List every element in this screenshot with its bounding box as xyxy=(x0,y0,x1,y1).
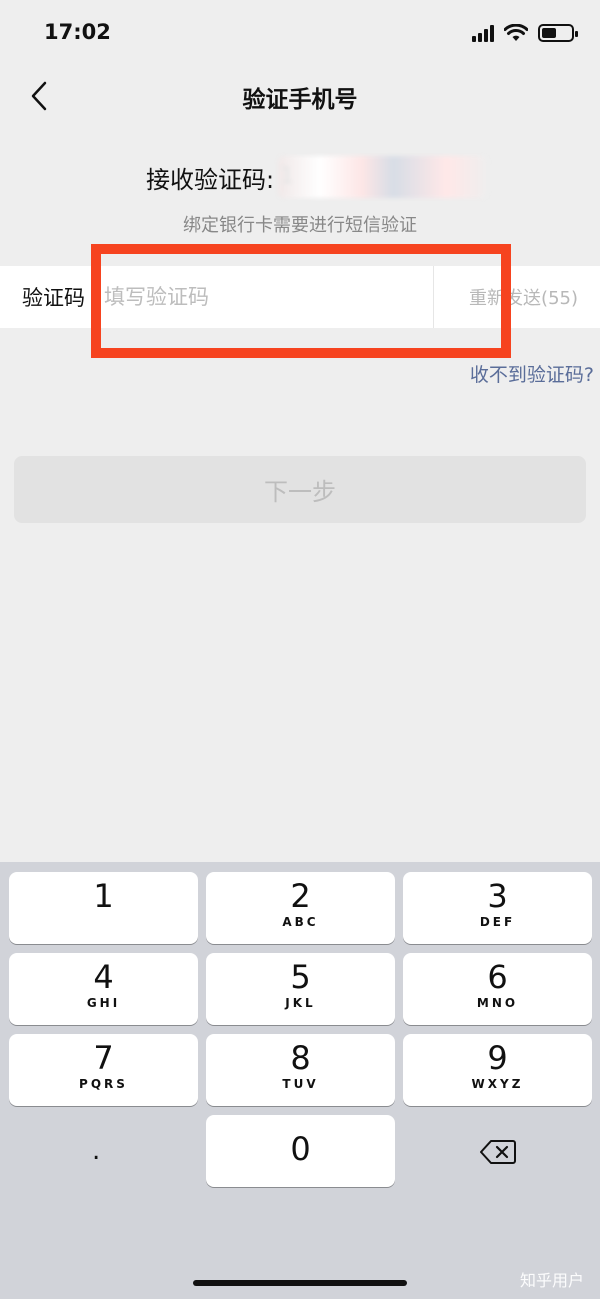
next-button[interactable]: 下一步 xyxy=(14,456,586,523)
code-label: 验证码 xyxy=(22,286,85,310)
key-9[interactable]: 9 WXYZ xyxy=(403,1034,592,1106)
key-letters: ABC xyxy=(282,915,319,929)
key-number: 8 xyxy=(290,1039,311,1077)
key-4[interactable]: 4 GHI xyxy=(9,953,198,1025)
key-letters: MNO xyxy=(476,996,519,1010)
status-icons xyxy=(472,24,578,42)
key-5[interactable]: 5 JKL xyxy=(206,953,395,1025)
key-8[interactable]: 8 TUV xyxy=(206,1034,395,1106)
key-number: 5 xyxy=(290,958,311,996)
key-7[interactable]: 7 PQRS xyxy=(9,1034,198,1106)
key-letters: DEF xyxy=(479,915,516,929)
key-6[interactable]: 6 MNO xyxy=(403,953,592,1025)
key-2[interactable]: 2 ABC xyxy=(206,872,395,944)
divider xyxy=(433,266,434,328)
key-letters: TUV xyxy=(282,1077,319,1091)
delete-key[interactable] xyxy=(480,1139,516,1169)
backspace-icon xyxy=(480,1140,516,1164)
key-number: 4 xyxy=(93,958,114,996)
code-row: 验证码 重新发送(55) xyxy=(0,266,600,328)
page-title: 验证手机号 xyxy=(242,87,358,113)
key-0[interactable]: 0 xyxy=(206,1115,395,1187)
verification-hint: 绑定银行卡需要进行短信验证 xyxy=(183,215,417,236)
key-number: 1 xyxy=(93,877,114,915)
status-time: 17:02 xyxy=(44,20,111,44)
key-number: 3 xyxy=(487,877,508,915)
key-letters: JKL xyxy=(285,996,316,1010)
key-number: 2 xyxy=(290,877,311,915)
wifi-icon xyxy=(504,24,528,41)
key-1[interactable]: 1 xyxy=(9,872,198,944)
phone-number-redacted: 1 xyxy=(278,156,489,198)
home-indicator[interactable] xyxy=(193,1280,407,1286)
battery-icon xyxy=(538,24,578,42)
key-dot[interactable]: . xyxy=(92,1136,100,1166)
numeric-keypad: 1 2 ABC 3 DEF 4 GHI 5 JKL 6 MNO 7 PQRS 8 xyxy=(0,862,600,1299)
receive-row: 接收验证码: 1 xyxy=(146,156,489,198)
key-letters: PQRS xyxy=(79,1077,128,1091)
key-number: 7 xyxy=(93,1039,114,1077)
key-number: 0 xyxy=(290,1130,311,1168)
receive-label: 接收验证码: xyxy=(146,165,275,194)
resend-button[interactable]: 重新发送(55) xyxy=(469,284,578,310)
screen: 17:02 验证手机号 接收验证码: 1 绑定银行卡需要进行短信验证 验证码 重… xyxy=(0,0,600,1299)
no-code-link[interactable]: 收不到验证码? xyxy=(470,360,594,387)
code-input[interactable] xyxy=(104,274,424,320)
key-letters: GHI xyxy=(86,996,121,1010)
key-number: 6 xyxy=(487,958,508,996)
key-3[interactable]: 3 DEF xyxy=(403,872,592,944)
watermark: 知乎用户 xyxy=(519,1271,584,1290)
key-number: 9 xyxy=(487,1039,508,1077)
key-letters: WXYZ xyxy=(471,1077,524,1091)
signal-icon xyxy=(472,24,494,42)
